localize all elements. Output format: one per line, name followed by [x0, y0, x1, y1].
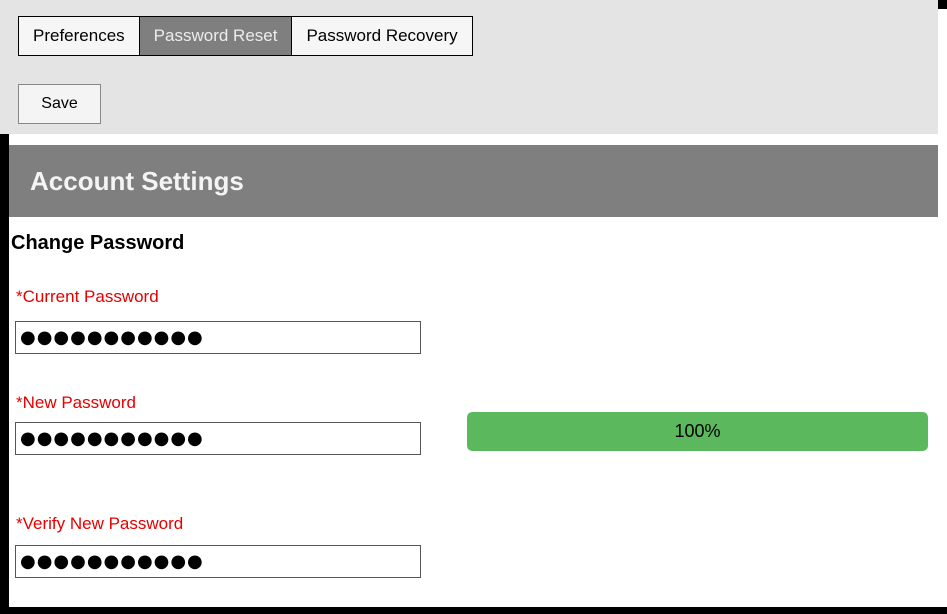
- tab-bar: Preferences Password Reset Password Reco…: [18, 16, 473, 56]
- tab-password-recovery[interactable]: Password Recovery: [291, 16, 473, 56]
- new-password-label: *New Password: [16, 393, 136, 412]
- new-password-input[interactable]: [15, 422, 421, 455]
- section-banner: Account Settings: [9, 145, 938, 217]
- tab-password-reset[interactable]: Password Reset: [138, 16, 293, 56]
- password-strength-text: 100%: [674, 421, 721, 441]
- toolbar: Preferences Password Reset Password Reco…: [0, 0, 938, 134]
- change-password-heading: Change Password: [11, 232, 185, 254]
- tab-preferences[interactable]: Preferences: [18, 16, 140, 56]
- save-button[interactable]: Save: [18, 84, 101, 124]
- verify-password-label: *Verify New Password: [16, 514, 184, 533]
- current-password-input[interactable]: [15, 321, 421, 354]
- page-title: Account Settings: [30, 166, 244, 196]
- current-password-label: *Current Password: [16, 287, 159, 306]
- password-strength-meter: 100%: [467, 412, 928, 451]
- verify-password-input[interactable]: [15, 545, 421, 578]
